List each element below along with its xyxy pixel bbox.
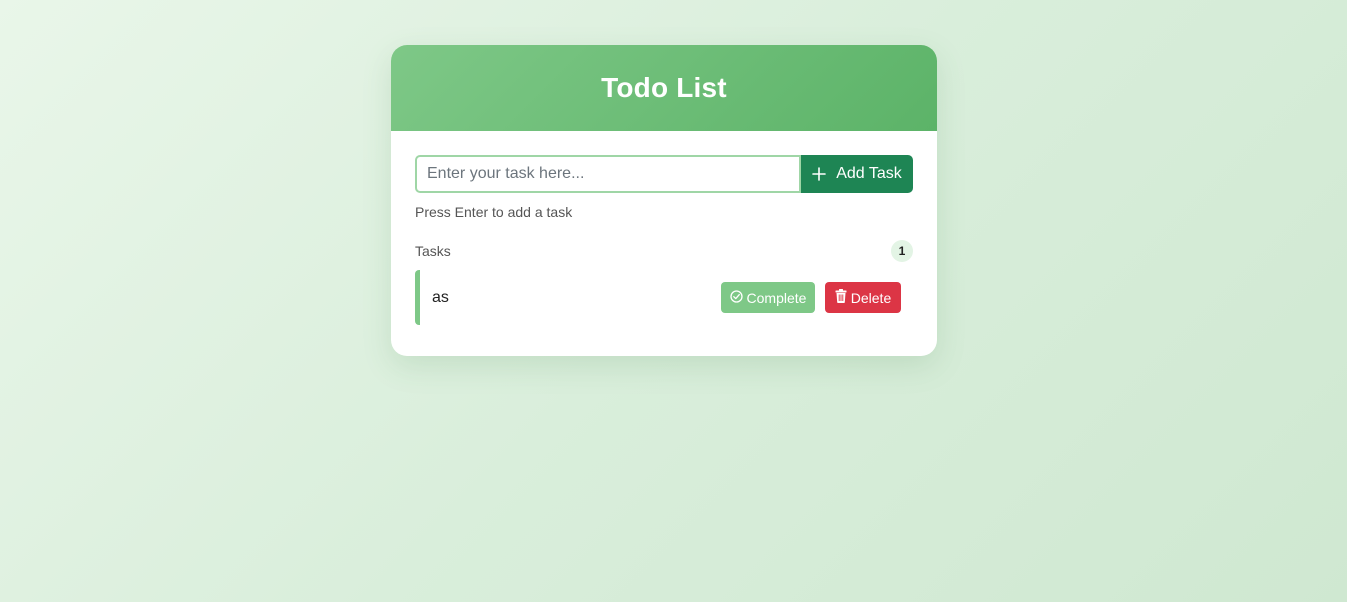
- trash-icon: [835, 289, 847, 306]
- card-body: Add Task Press Enter to add a task Tasks…: [391, 131, 937, 325]
- delete-label: Delete: [850, 289, 892, 306]
- task-count-badge: 1: [891, 240, 913, 262]
- add-task-label: Add Task: [836, 165, 902, 182]
- delete-button[interactable]: Delete: [825, 282, 901, 313]
- task-actions: Complete Delete: [721, 282, 901, 313]
- tasks-header: Tasks 1: [415, 240, 913, 262]
- task-item: as Complete Delete: [415, 270, 913, 325]
- card-header: Todo List: [391, 45, 937, 131]
- hint-text: Press Enter to add a task: [415, 204, 573, 220]
- todo-card: Todo List Add Task Press Enter to add a …: [391, 45, 937, 356]
- plus-icon: [812, 167, 827, 181]
- add-task-button[interactable]: Add Task: [801, 155, 913, 193]
- tasks-label: Tasks: [415, 243, 451, 259]
- check-circle-icon: [729, 289, 743, 306]
- complete-button[interactable]: Complete: [721, 282, 815, 313]
- task-input[interactable]: [415, 155, 801, 193]
- input-row: Add Task: [415, 155, 913, 193]
- task-text: as: [432, 288, 449, 306]
- page-title: Todo List: [601, 72, 727, 103]
- complete-label: Complete: [746, 289, 807, 306]
